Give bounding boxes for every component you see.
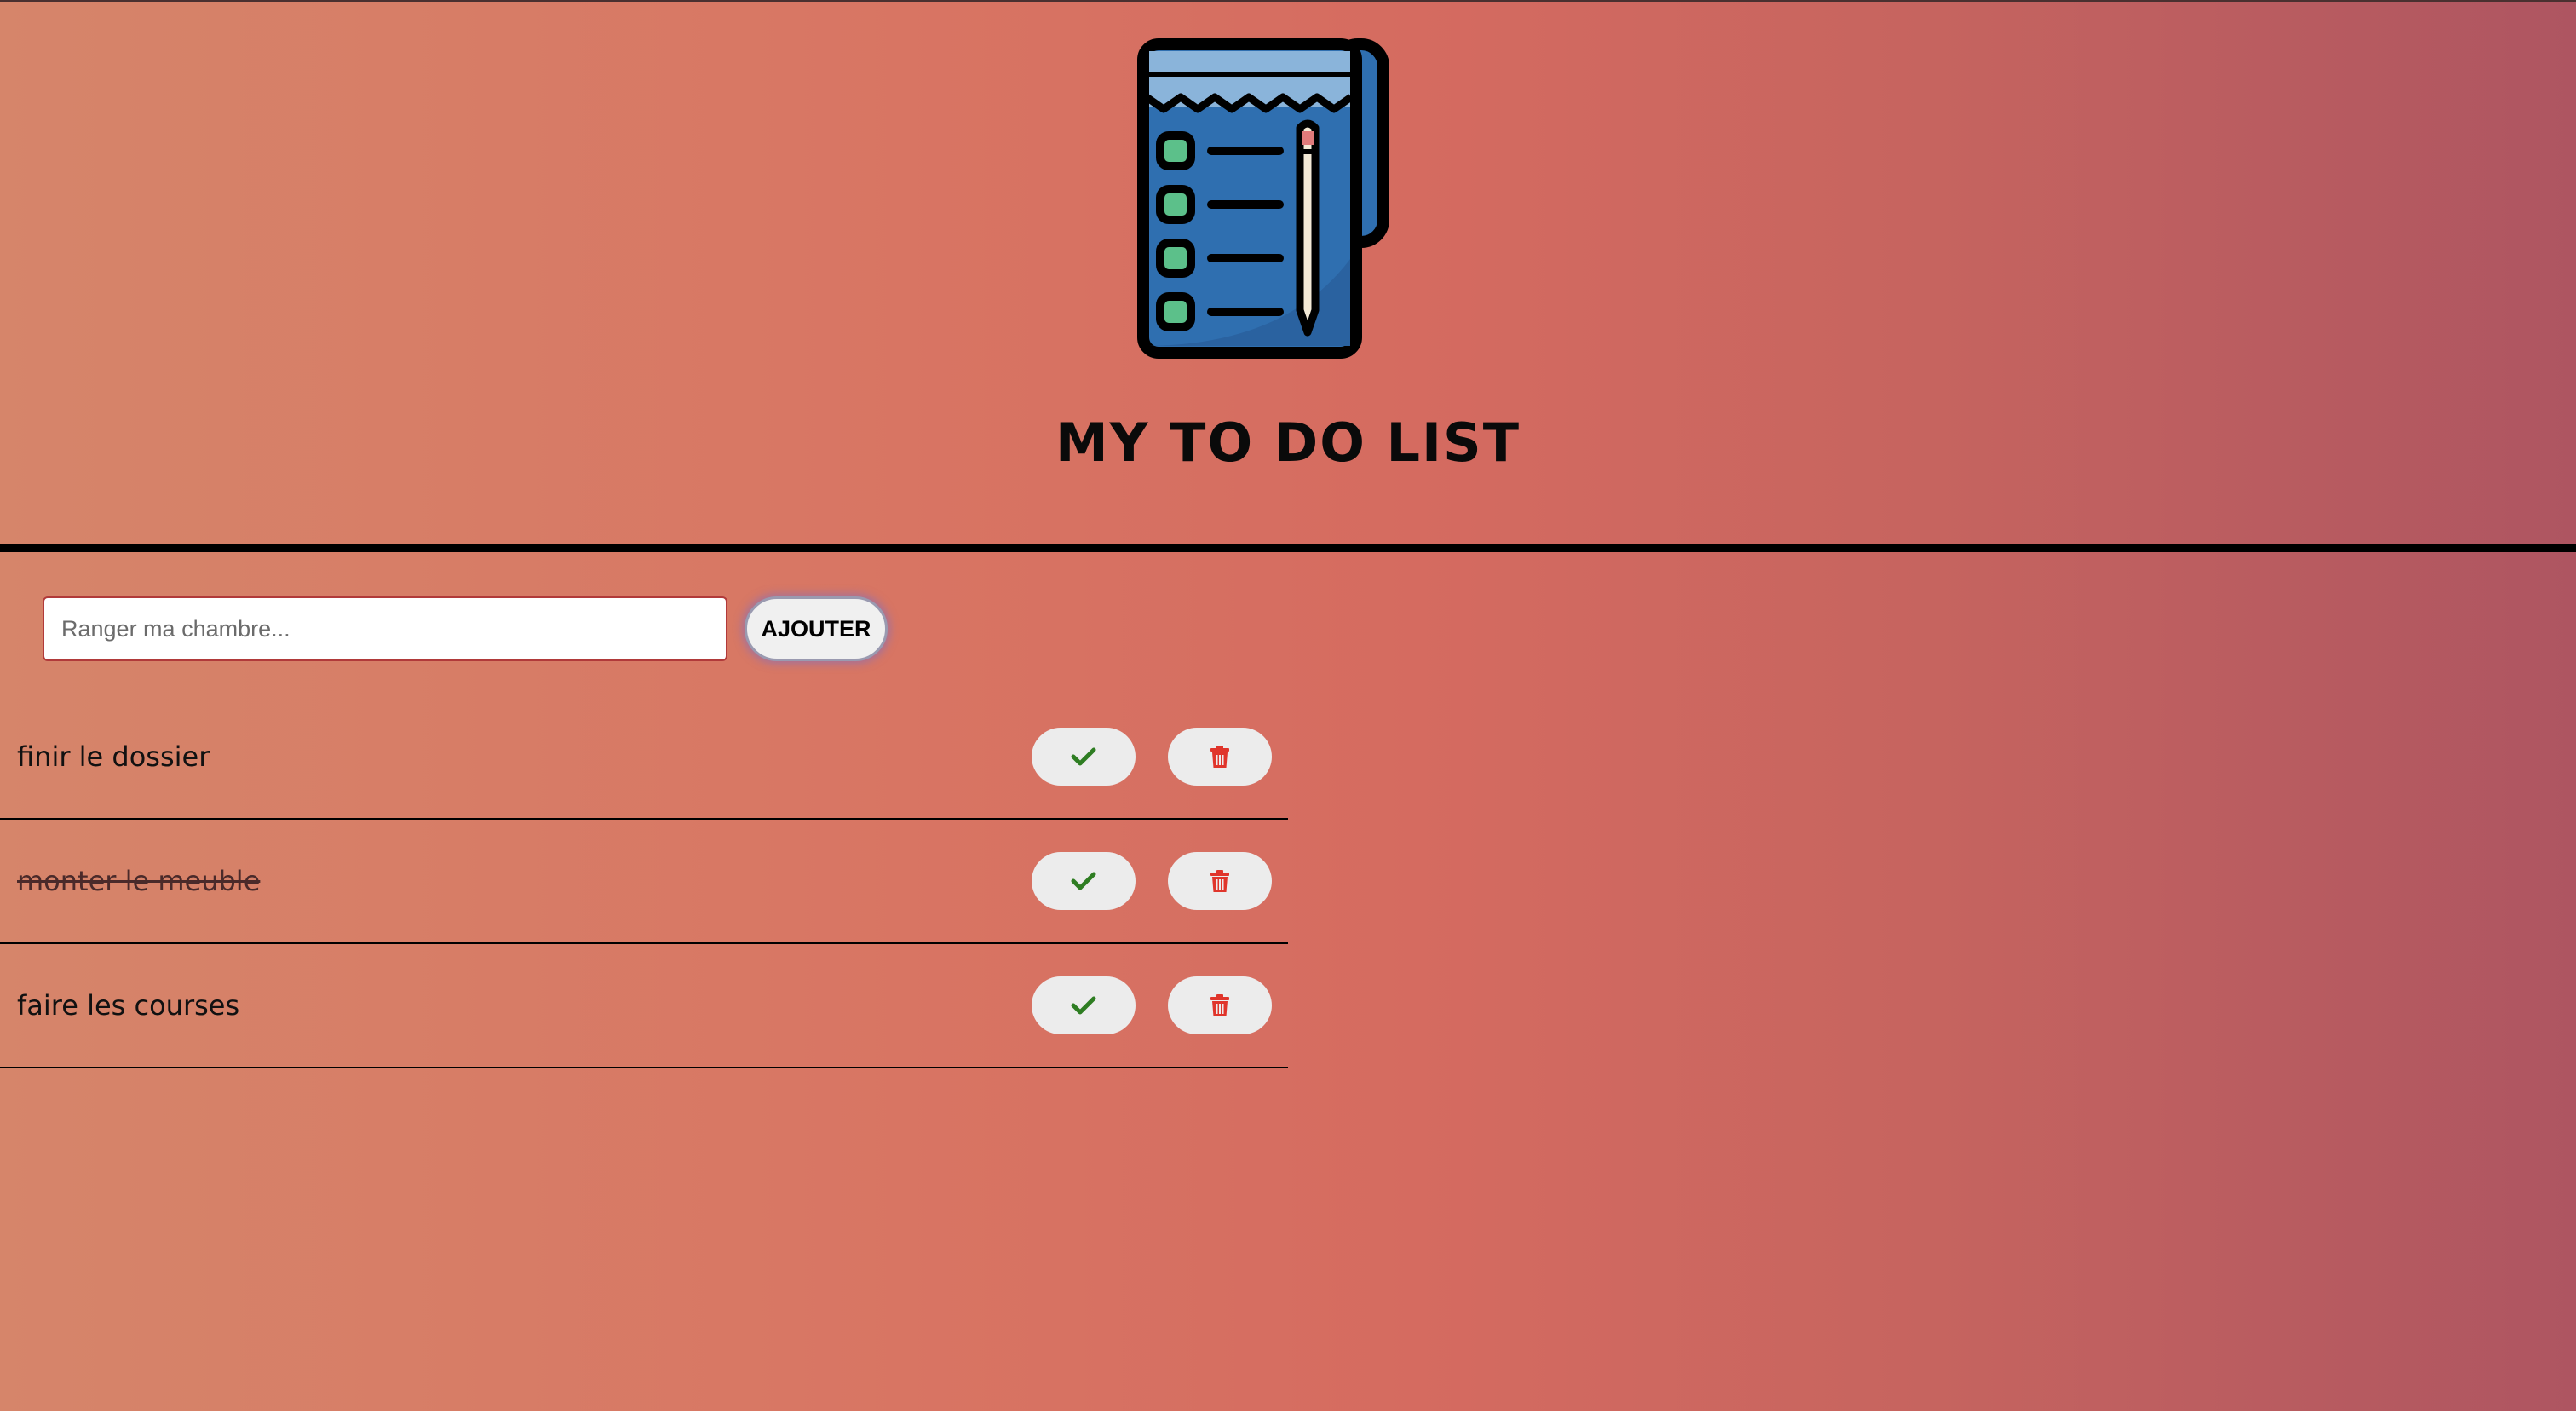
todo-list: finir le dossier monter le meuble faire … (0, 695, 1288, 1068)
add-button[interactable]: AJOUTER (745, 596, 888, 661)
delete-button[interactable] (1168, 976, 1272, 1034)
check-icon (1071, 872, 1096, 890)
page-header: MY TO DO LIST (0, 0, 2576, 545)
delete-button[interactable] (1168, 852, 1272, 910)
todo-text: monter le meuble (17, 865, 261, 897)
complete-button[interactable] (1032, 852, 1136, 910)
trash-icon (1210, 870, 1229, 892)
header-divider (0, 544, 2576, 552)
complete-button[interactable] (1032, 976, 1136, 1034)
add-task-form: AJOUTER (43, 596, 888, 661)
todo-item: monter le meuble (0, 820, 1288, 944)
check-icon (1071, 747, 1096, 766)
todo-text: finir le dossier (17, 740, 210, 773)
notepad-checklist-icon (1137, 38, 1389, 359)
todo-item: finir le dossier (0, 695, 1288, 820)
trash-icon (1210, 746, 1229, 768)
todo-text: faire les courses (17, 989, 240, 1022)
complete-button[interactable] (1032, 728, 1136, 786)
check-icon (1071, 996, 1096, 1015)
todo-item: faire les courses (0, 944, 1288, 1068)
trash-icon (1210, 994, 1229, 1016)
delete-button[interactable] (1168, 728, 1272, 786)
page-title: MY TO DO LIST (1055, 412, 1521, 474)
task-input[interactable] (43, 596, 727, 661)
